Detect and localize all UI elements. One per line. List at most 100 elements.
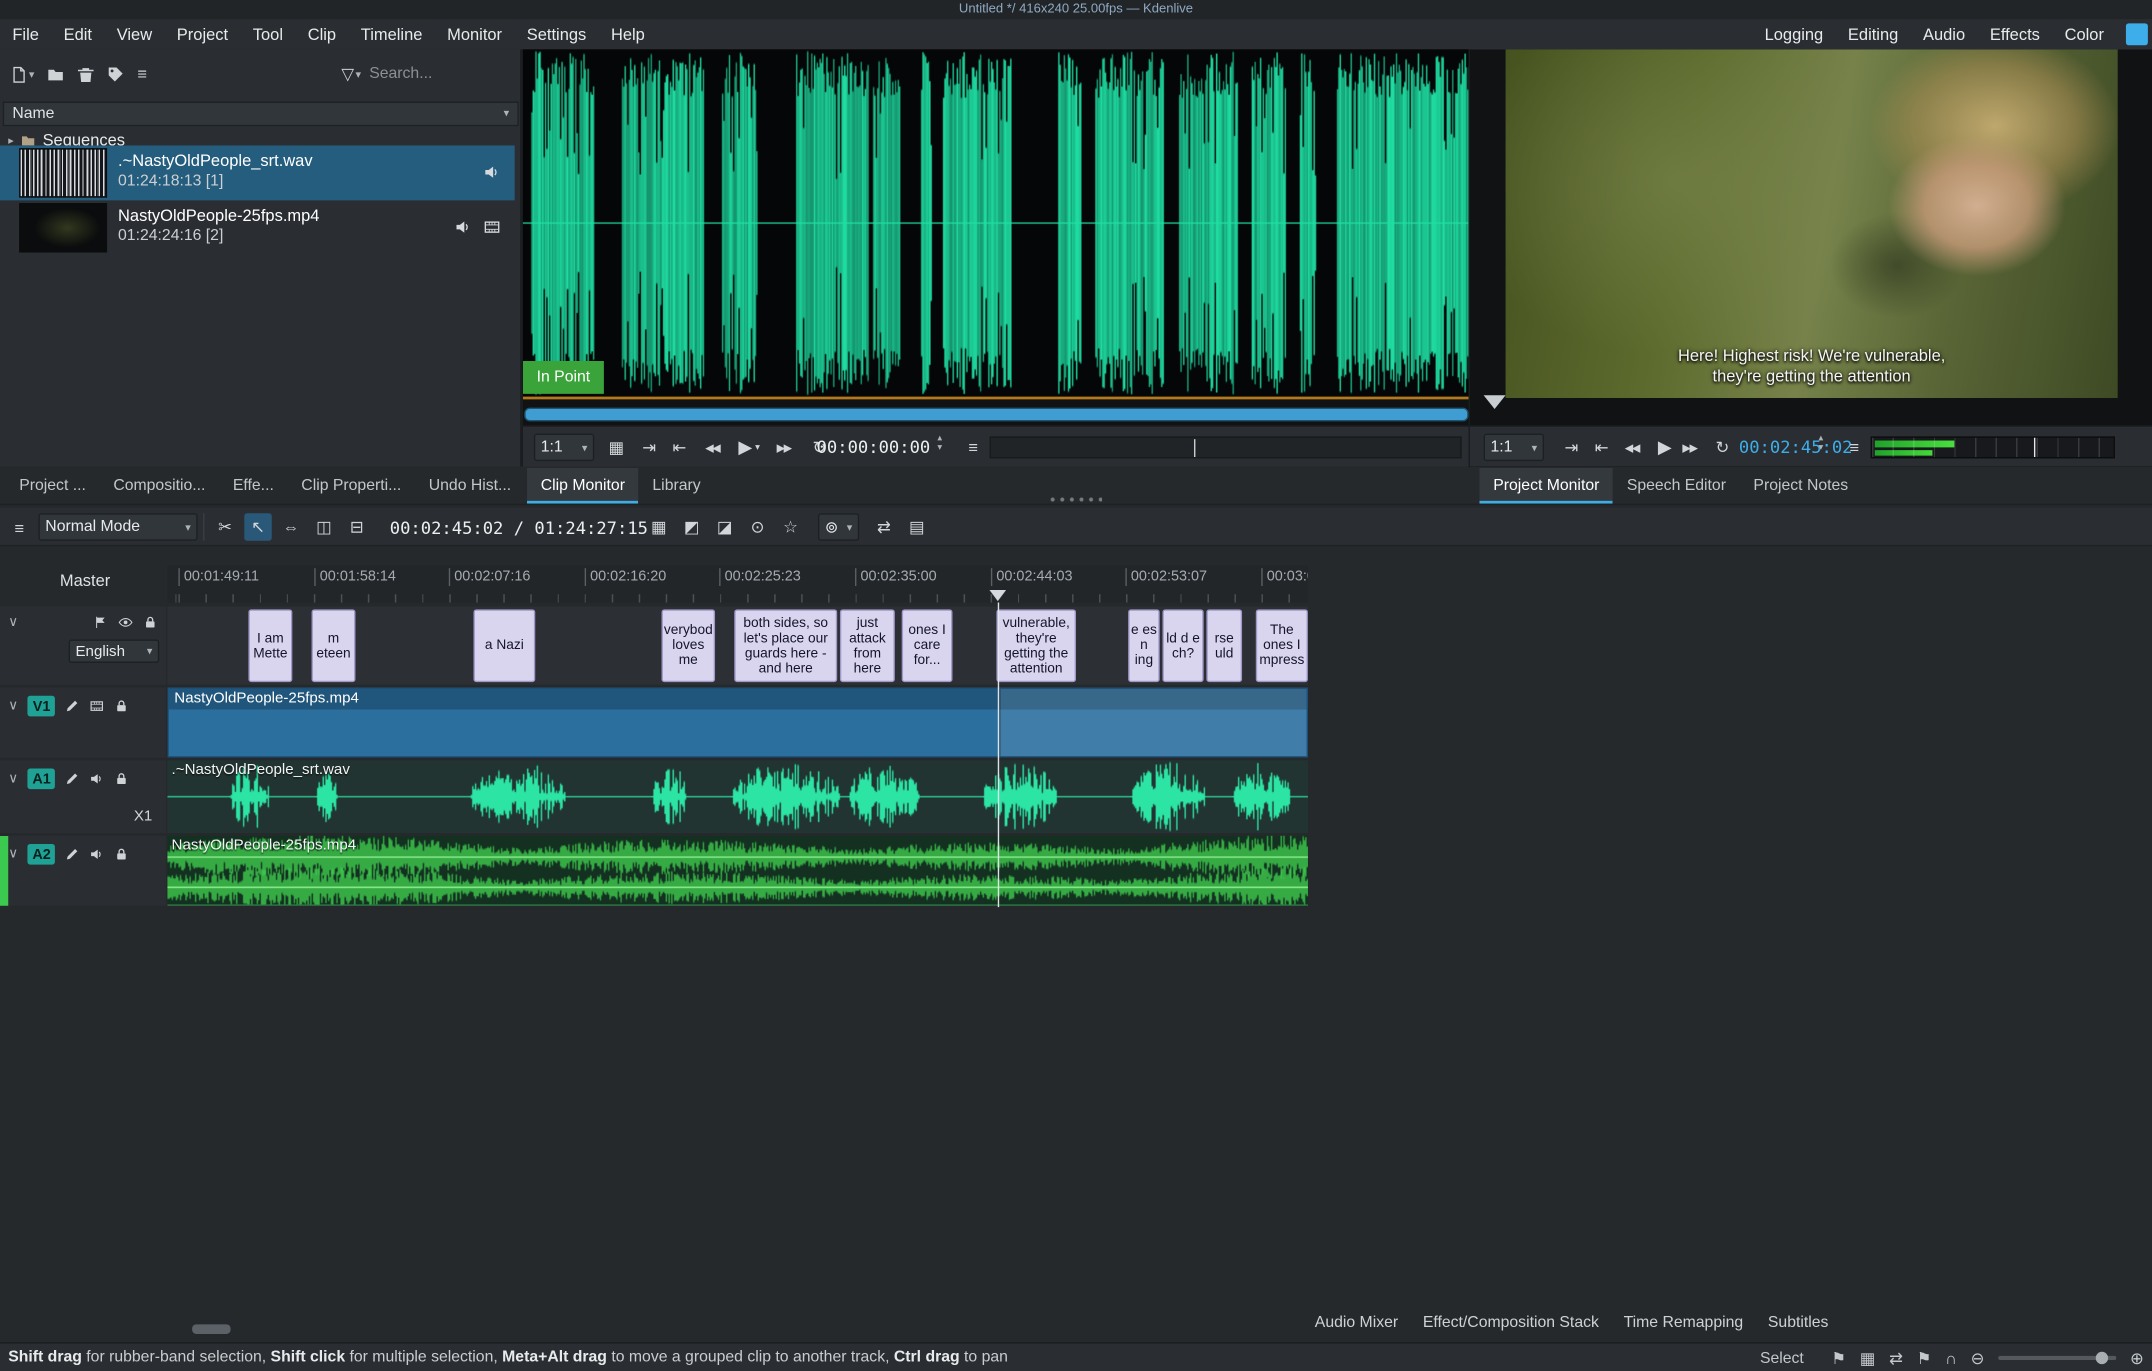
zoom-slider[interactable] xyxy=(1998,1356,2116,1360)
video-clip[interactable]: NastyOldPeople-25fps.mp4 xyxy=(167,688,1308,758)
menu-item[interactable]: File xyxy=(0,19,51,49)
video-track-header[interactable]: ∨ V1 xyxy=(0,688,166,758)
dock-tab[interactable]: Project Monitor xyxy=(1480,468,1614,504)
dock-tab[interactable]: Project Notes xyxy=(1740,468,1862,504)
subtitle-clip[interactable]: I am Mette xyxy=(248,609,292,682)
timecode-spinner[interactable]: ▴ ▾ xyxy=(1818,434,1823,453)
subtitle-track-header[interactable]: ∨ English ▾ xyxy=(0,607,166,685)
spin-down-icon[interactable]: ▾ xyxy=(937,443,942,453)
workspace-item[interactable]: Editing xyxy=(1836,19,1911,49)
clip-monitor-waveform[interactable] xyxy=(523,49,1470,396)
rewind-button[interactable]: ◀◀ xyxy=(696,434,729,461)
loop-zone-icon[interactable]: ↻ xyxy=(1709,434,1736,461)
menu-item[interactable]: Edit xyxy=(51,19,104,49)
timeline-menu-icon[interactable]: ≡ xyxy=(5,515,32,542)
razor-tool-button[interactable]: ✂ xyxy=(211,513,238,540)
bin-clip-row[interactable]: NastyOldPeople-25fps.mp4 01:24:24:16 [2] xyxy=(0,200,515,255)
subtitle-clip[interactable]: ones I care for... xyxy=(902,609,953,682)
zoom-select[interactable]: 1:1 ▾ xyxy=(1484,434,1544,461)
workspace-item[interactable]: Logging xyxy=(1752,19,1835,49)
view-options-button[interactable]: ≡ xyxy=(137,65,147,84)
playhead-handle[interactable] xyxy=(990,590,1006,601)
spin-down-icon[interactable]: ▾ xyxy=(1818,443,1823,453)
timecode-spinner[interactable]: ▴ ▾ xyxy=(937,434,942,453)
monitor-seek-ruler[interactable] xyxy=(990,436,1462,458)
accent-indicator[interactable] xyxy=(2126,23,2148,45)
flag-icon[interactable] xyxy=(93,615,108,630)
play-options-chevron[interactable]: ▾ xyxy=(751,434,765,461)
clip-monitor-timecode[interactable]: 00:00:00:00 xyxy=(817,436,931,457)
project-monitor-timecode[interactable]: 00:02:45:02 xyxy=(1739,436,1853,457)
subtitle-clip[interactable]: rse uld xyxy=(1206,609,1242,682)
swap-channels-button[interactable]: ⇄ xyxy=(870,513,897,540)
video-clip-segment[interactable] xyxy=(999,689,1306,756)
edit-mode-select[interactable]: Normal Mode ▾ xyxy=(38,513,197,540)
bin-clip-row-selected[interactable]: .~NastyOldPeople_srt.wav 01:24:18:13 [1] xyxy=(0,145,515,200)
monitor-scrollbar[interactable] xyxy=(524,408,1468,422)
speaker-icon[interactable] xyxy=(90,847,105,862)
menu-item[interactable]: Settings xyxy=(514,19,598,49)
subtitle-clip[interactable]: The ones I mpress xyxy=(1256,609,1308,682)
spacer-tool-button[interactable]: ⇔ xyxy=(277,513,304,540)
forward-button[interactable]: ▶▶ xyxy=(767,434,800,461)
subtitle-language-select[interactable]: English ▾ xyxy=(69,640,160,663)
dock-tab[interactable]: Clip Properti... xyxy=(288,468,415,504)
collapse-chevron-icon[interactable]: ∨ xyxy=(8,771,18,786)
dock-tab[interactable]: Speech Editor xyxy=(1613,468,1740,504)
workspace-item[interactable]: Audio xyxy=(1911,19,1978,49)
monitor-menu-icon[interactable]: ≡ xyxy=(959,434,986,461)
dock-tab[interactable]: Effe... xyxy=(219,468,287,504)
collapse-chevron-icon[interactable]: ∨ xyxy=(8,615,18,630)
zone-in-icon[interactable]: ⇥ xyxy=(1558,434,1585,461)
tag-button[interactable] xyxy=(107,62,125,87)
ripple-tool-button[interactable]: ⊟ xyxy=(343,513,370,540)
spin-up-icon[interactable]: ▴ xyxy=(937,434,942,444)
insert-zone-button[interactable]: ◩ xyxy=(678,513,705,540)
zoom-select[interactable]: 1:1 ▾ xyxy=(534,434,594,461)
track-badge[interactable]: A2 xyxy=(28,844,55,865)
timeline-timecode[interactable]: 00:02:45:02 / 01:24:27:15 xyxy=(390,517,648,538)
subtitle-clip[interactable]: verybod loves me xyxy=(662,609,716,682)
filter-button[interactable]: ▽▾ xyxy=(341,62,361,87)
monitor-menu-icon[interactable]: ≡ xyxy=(1840,434,1867,461)
splitter-handle[interactable] xyxy=(1050,497,1102,504)
bin-name-column-header[interactable]: Name ▾ xyxy=(3,102,519,127)
favorite-effects-button[interactable]: ☆ xyxy=(777,513,804,540)
tag-icon[interactable]: ⚑ xyxy=(1831,1348,1846,1367)
workspace-item[interactable]: Color xyxy=(2052,19,2116,49)
menu-item[interactable]: Project xyxy=(164,19,240,49)
subtitle-clip[interactable]: e es n ing xyxy=(1128,609,1160,682)
lock-icon[interactable] xyxy=(143,615,158,630)
video-frame[interactable]: Here! Highest risk! We're vulnerable, th… xyxy=(1506,49,2118,398)
rewind-button[interactable]: ◀◀ xyxy=(1615,434,1648,461)
collapse-chevron-icon[interactable]: ∨ xyxy=(8,699,18,714)
subtitle-track-lane[interactable]: I am Mettem eteena Naziverybod loves meb… xyxy=(167,607,1308,685)
menu-item[interactable]: Help xyxy=(599,19,658,49)
menu-item[interactable]: Tool xyxy=(240,19,295,49)
timeline-ruler[interactable]: 00:01:49:1100:01:58:1400:02:07:1600:02:1… xyxy=(167,565,1308,602)
track-badge[interactable]: A1 xyxy=(28,769,55,790)
track-badge[interactable]: V1 xyxy=(28,696,55,717)
pencil-icon[interactable] xyxy=(65,771,80,786)
grid-icon[interactable]: ▦ xyxy=(603,434,630,461)
pencil-icon[interactable] xyxy=(65,699,80,714)
magnet-icon[interactable]: ∩ xyxy=(1945,1348,1957,1367)
dock-tab[interactable]: Time Remapping xyxy=(1624,1306,1744,1339)
lock-icon[interactable] xyxy=(114,771,129,786)
audio-track-2-header[interactable]: ∨ A2 xyxy=(0,836,166,906)
record-button[interactable]: ⊙ xyxy=(744,513,771,540)
menu-item[interactable]: Monitor xyxy=(435,19,515,49)
delete-button[interactable] xyxy=(77,62,95,87)
pencil-icon[interactable] xyxy=(65,847,80,862)
dock-tab[interactable]: Undo Hist... xyxy=(415,468,525,504)
timeline-horizontal-scrollbar[interactable] xyxy=(192,1324,230,1334)
master-track-button[interactable]: Master xyxy=(33,565,137,595)
subtitle-clip[interactable]: ld d e ch? xyxy=(1162,609,1203,682)
dock-tab[interactable]: Project ... xyxy=(5,468,99,504)
audio-track-1-header[interactable]: ∨ A1 X1 xyxy=(0,760,166,833)
subtitle-clip[interactable]: just attack from here xyxy=(840,609,895,682)
subtitle-clip[interactable]: a Nazi xyxy=(473,609,535,682)
lock-icon[interactable] xyxy=(114,847,129,862)
collapse-chevron-icon[interactable]: ∨ xyxy=(8,847,18,862)
zoom-out-icon[interactable]: ⊖ xyxy=(1971,1348,1985,1367)
